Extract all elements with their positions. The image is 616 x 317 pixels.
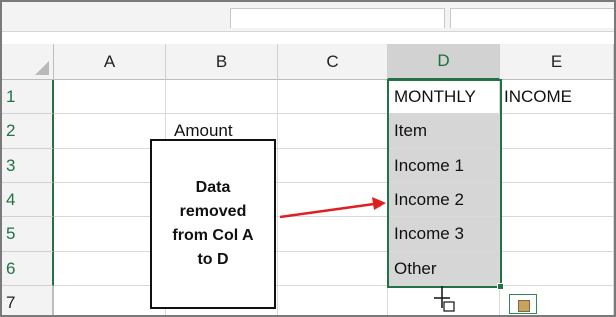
move-cursor-icon (434, 286, 455, 312)
paste-options-button[interactable] (509, 294, 537, 314)
paste-options-icon (518, 300, 530, 312)
annotation-arrow (279, 197, 386, 219)
spreadsheet-window: A B C D E 1 2 3 4 5 6 7 MONTHLY INCOME A… (0, 0, 616, 317)
